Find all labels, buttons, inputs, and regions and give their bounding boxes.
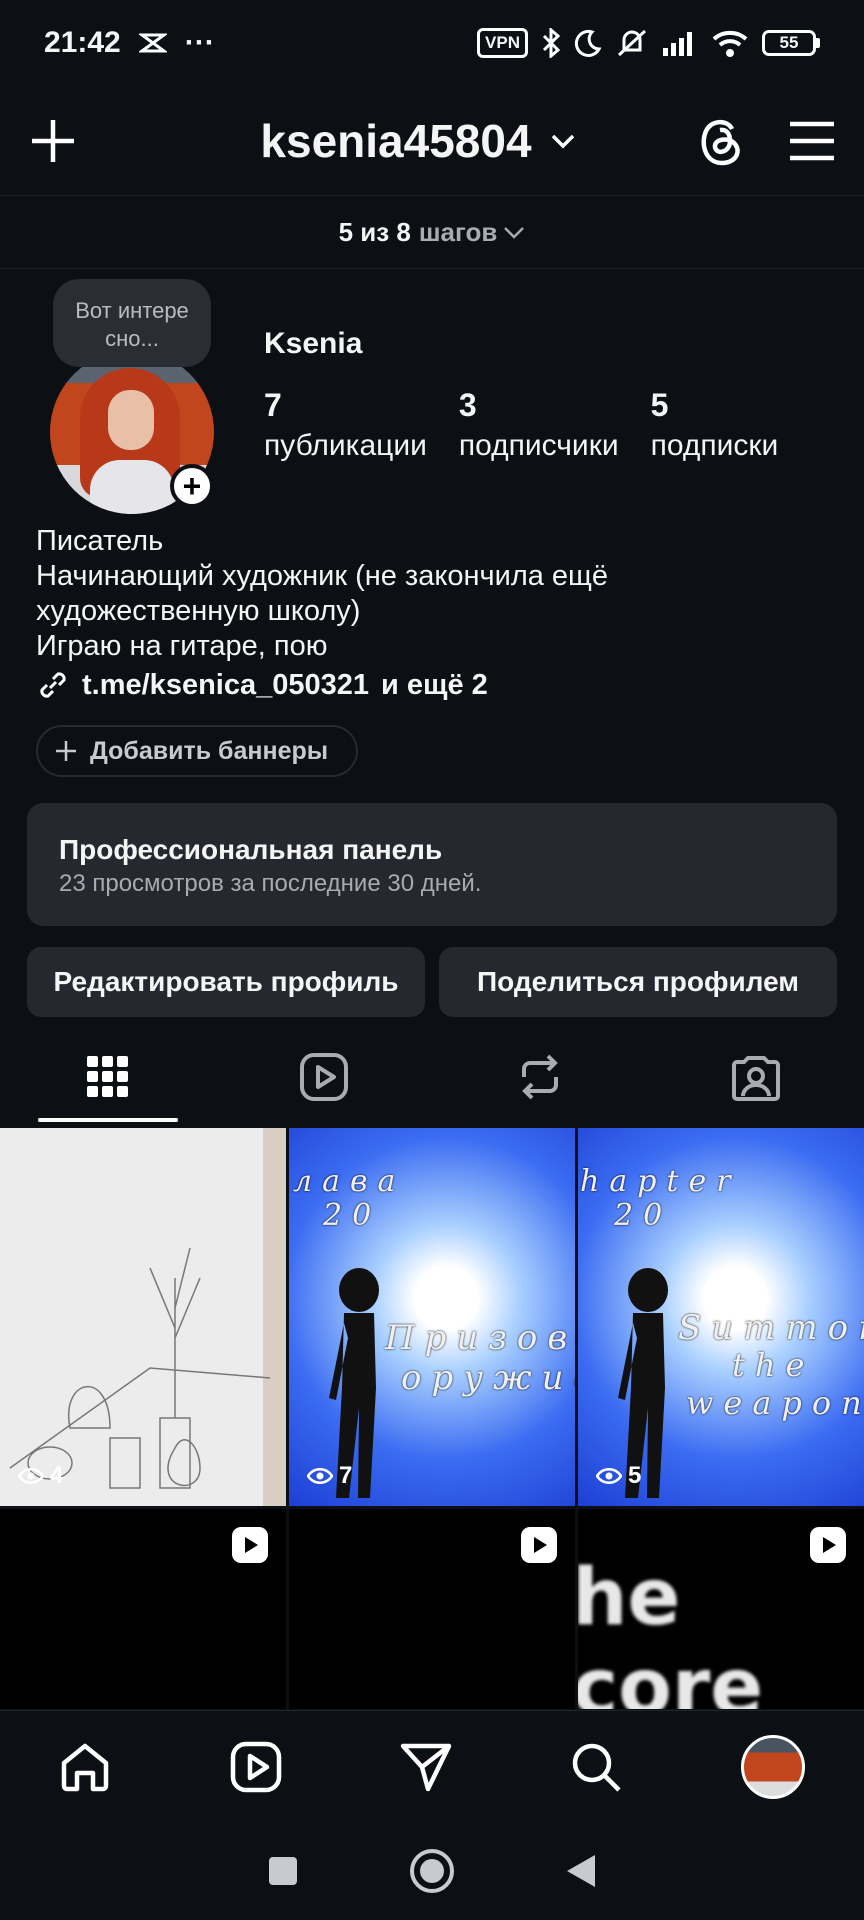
- mute-icon: [616, 28, 648, 58]
- reel-badge-icon: [232, 1527, 268, 1563]
- stat-followers[interactable]: 3 подписчики: [459, 384, 619, 466]
- threads-icon[interactable]: [698, 115, 744, 167]
- bottom-navigation: [0, 1710, 864, 1822]
- wifi-icon: [712, 29, 748, 57]
- bio-line: Начинающий художник (не закончила ещё ху…: [36, 560, 609, 627]
- grid-icon: [87, 1056, 129, 1098]
- system-navigation: [0, 1822, 864, 1920]
- add-banners-button[interactable]: Добавить баннеры: [36, 725, 358, 777]
- stat-following[interactable]: 5 подписки: [651, 384, 779, 466]
- bio-line: Писатель: [36, 525, 164, 557]
- search-icon[interactable]: [570, 1741, 622, 1793]
- bluetooth-icon: [542, 28, 560, 58]
- clock: 21:42: [44, 26, 121, 59]
- username: ksenia45804: [260, 114, 532, 167]
- steps-count: 5 из 8: [338, 217, 411, 247]
- moon-icon: [574, 29, 602, 57]
- plus-icon: [54, 739, 78, 763]
- note-bubble[interactable]: Вот интере сно...: [53, 279, 211, 367]
- send-icon[interactable]: [400, 1741, 452, 1793]
- reel-badge-icon: [521, 1527, 557, 1563]
- post-thumbnail[interactable]: hapter 20 Summon the weapon 5: [578, 1128, 864, 1506]
- onboarding-steps[interactable]: 5 из 8 шагов: [0, 197, 864, 269]
- view-count: 5: [596, 1462, 641, 1490]
- tab-reels[interactable]: [216, 1030, 432, 1124]
- plus-icon[interactable]: [28, 116, 78, 166]
- pro-panel-subtitle: 23 просмотров за последние 30 дней.: [59, 870, 482, 897]
- profile-stats: 7 публикации 3 подписчики 5 подписки: [264, 384, 810, 466]
- home-icon[interactable]: [59, 1741, 111, 1793]
- post-thumbnail[interactable]: [289, 1509, 575, 1709]
- reposts-icon: [518, 1053, 562, 1101]
- view-count: 7: [307, 1462, 352, 1490]
- tab-posts[interactable]: [0, 1030, 216, 1124]
- link-url: t.me/ksenica_050321: [82, 668, 369, 701]
- reel-badge-icon: [810, 1527, 846, 1563]
- share-profile-button[interactable]: Поделиться профилем: [439, 947, 837, 1017]
- steps-label: шагов: [418, 217, 498, 247]
- profile-avatar-tab[interactable]: [740, 1734, 805, 1799]
- profile-header: ksenia45804: [0, 86, 864, 196]
- menu-icon[interactable]: [788, 120, 836, 162]
- profile-actions: Редактировать профиль Поделиться профиле…: [27, 947, 837, 1017]
- status-bar: 21:42 ··· VPN 55: [0, 0, 864, 86]
- add-banners-label: Добавить баннеры: [90, 736, 329, 765]
- vpn-icon: VPN: [477, 28, 528, 58]
- signal-icon: [662, 30, 698, 56]
- post-thumbnail[interactable]: he core: [578, 1509, 864, 1709]
- post-thumbnail[interactable]: 4: [0, 1128, 286, 1506]
- home-button[interactable]: [409, 1848, 455, 1894]
- link-more: и ещё 2: [381, 668, 488, 701]
- professional-dashboard[interactable]: Профессиональная панель 23 просмотров за…: [27, 803, 837, 926]
- add-story-plus-icon[interactable]: +: [170, 464, 214, 508]
- content-tabs: [0, 1030, 864, 1124]
- post-thumbnail[interactable]: лава 20 Призов оружие 7: [289, 1128, 575, 1506]
- account-switcher[interactable]: ksenia45804: [260, 114, 575, 168]
- back-button[interactable]: [565, 1853, 597, 1889]
- battery-icon: 55: [762, 30, 820, 56]
- tagged-icon: [731, 1052, 781, 1102]
- post-thumbnail[interactable]: [0, 1509, 286, 1709]
- stat-posts[interactable]: 7 публикации: [264, 384, 427, 466]
- recents-button[interactable]: [267, 1855, 299, 1887]
- link-icon: [36, 668, 70, 702]
- view-count: 4: [18, 1462, 63, 1490]
- bio-line: Играю на гитаре, пою: [36, 630, 328, 662]
- reels-icon[interactable]: [230, 1741, 282, 1793]
- posts-grid: 4 лава 20 Призов оружие 7 hapter 20 Summ…: [0, 1128, 864, 1710]
- display-name: Ksenia: [264, 327, 363, 360]
- pro-panel-title: Профессиональная панель: [59, 834, 443, 865]
- reels-icon: [299, 1052, 349, 1102]
- sketch-drawing: [9, 1247, 271, 1489]
- profile-avatar[interactable]: +: [50, 350, 214, 514]
- tab-reposts[interactable]: [432, 1030, 648, 1124]
- profile-link[interactable]: t.me/ksenica_050321 и ещё 2: [36, 668, 488, 702]
- chevron-down-icon: [503, 226, 525, 240]
- chevron-down-icon: [550, 133, 576, 149]
- more-notifications: ···: [184, 26, 215, 59]
- tab-tagged[interactable]: [648, 1030, 864, 1124]
- notification-icon: [138, 32, 167, 54]
- bio: Писатель Начинающий художник (не закончи…: [36, 524, 836, 664]
- edit-profile-button[interactable]: Редактировать профиль: [27, 947, 425, 1017]
